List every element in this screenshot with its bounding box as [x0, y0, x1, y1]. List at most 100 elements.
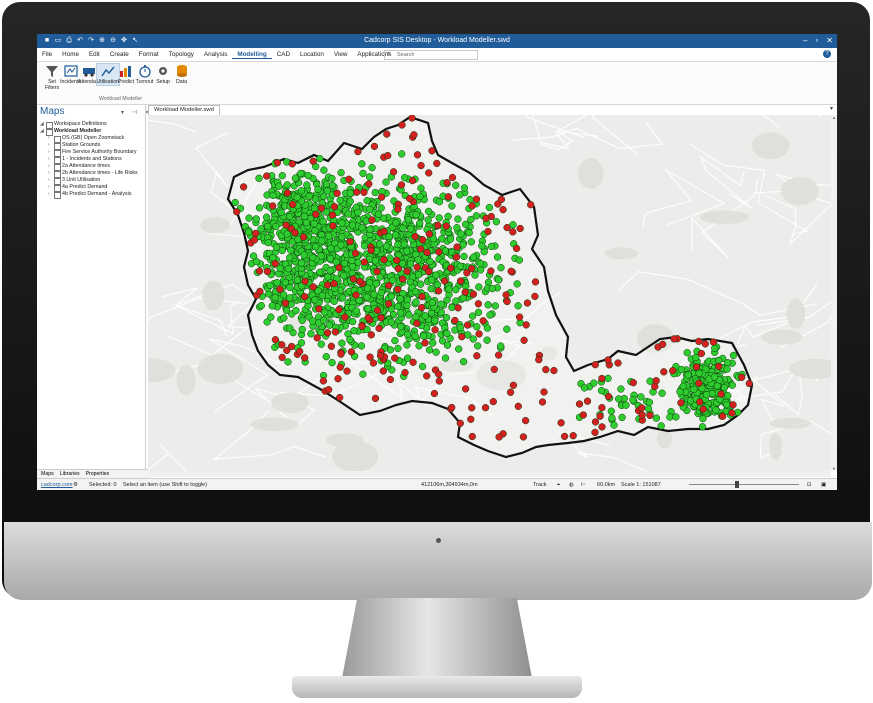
- tab-dropdown-icon[interactable]: ▾: [830, 105, 833, 112]
- incident-point-red: [273, 159, 282, 167]
- incident-point-red: [366, 353, 374, 361]
- layer-item[interactable]: › 3 Unit Utilisation: [37, 177, 145, 185]
- ruler-icon[interactable]: ⊢: [581, 482, 586, 488]
- monitor-bezel: ■ ▭ ⎙ ↶ ↷ ⊕ ⊖ ✥ ↖ Cadcorp SIS Desktop - …: [2, 2, 872, 600]
- incident-point-red: [468, 202, 476, 210]
- tab-cad[interactable]: CAD: [272, 51, 295, 59]
- incident-point-green: [293, 276, 302, 284]
- incident-point-red: [512, 244, 521, 253]
- tab-location[interactable]: Location: [295, 51, 329, 59]
- incident-point-green: [300, 251, 308, 259]
- maximize-icon[interactable]: ▫: [815, 36, 818, 45]
- expand-chevron-icon[interactable]: ›: [48, 156, 50, 163]
- tab-format[interactable]: Format: [134, 51, 164, 59]
- expand-chevron-icon[interactable]: ›: [48, 170, 50, 177]
- expand-chevron-icon[interactable]: ◢: [40, 128, 44, 135]
- expand-chevron-icon[interactable]: ›: [48, 184, 50, 191]
- incident-point-green: [245, 214, 253, 222]
- panel-splitter[interactable]: [145, 104, 146, 474]
- expand-chevron-icon[interactable]: ›: [48, 177, 50, 184]
- layer-item[interactable]: › 4b Predict Demand - Analysis: [37, 191, 145, 199]
- expand-chevron-icon[interactable]: ›: [48, 135, 50, 142]
- incident-point-green: [483, 324, 492, 332]
- minimize-icon[interactable]: –: [803, 36, 807, 45]
- incident-point-green: [437, 300, 445, 308]
- layer-item[interactable]: › 4a Predict Demand: [37, 184, 145, 192]
- incident-point-green: [286, 253, 294, 262]
- incident-point-green: [362, 217, 370, 225]
- track-toggle[interactable]: Track: [533, 482, 547, 488]
- tab-file[interactable]: File: [37, 51, 57, 59]
- tab-home[interactable]: Home: [57, 51, 84, 59]
- incident-point-green: [412, 313, 420, 321]
- incident-point-green: [268, 302, 276, 310]
- layer-item[interactable]: › Fire Service Authority Boundary: [37, 149, 145, 157]
- incident-point-red: [386, 375, 395, 384]
- search-input[interactable]: Search: [384, 50, 478, 60]
- scroll-down-icon[interactable]: ▼: [831, 466, 837, 471]
- expand-chevron-icon[interactable]: ›: [48, 142, 50, 149]
- incident-point-red: [329, 222, 337, 230]
- expand-chevron-icon[interactable]: ›: [48, 191, 50, 198]
- layer-item[interactable]: › OS (GB) Open Zoomstack: [37, 135, 145, 143]
- incident-point-green: [338, 219, 346, 227]
- incident-point-red: [482, 214, 490, 222]
- incident-point-red: [472, 195, 481, 203]
- incident-point-red: [440, 277, 449, 285]
- incident-point-red: [336, 363, 344, 371]
- help-icon[interactable]: ?: [823, 50, 831, 58]
- cadcorp-link[interactable]: cadcorp.com: [41, 482, 73, 488]
- tab-analysis[interactable]: Analysis: [199, 51, 232, 59]
- tab-modelling[interactable]: Modelling: [232, 51, 272, 59]
- incident-point-green: [257, 225, 265, 233]
- tab-create[interactable]: Create: [105, 51, 134, 59]
- layer-item[interactable]: ◢ Workspace Definitions: [37, 121, 145, 129]
- tab-topology[interactable]: Topology: [164, 51, 199, 59]
- fit-extent-icon[interactable]: ⊡: [807, 482, 812, 488]
- close-icon[interactable]: ✕: [826, 36, 833, 45]
- incident-point-red: [417, 303, 426, 312]
- scroll-up-icon[interactable]: ▲: [831, 115, 837, 120]
- snap-icon[interactable]: ⌖: [557, 482, 560, 489]
- incident-point-green: [411, 332, 419, 340]
- incident-point-green: [429, 339, 437, 347]
- layer-item[interactable]: › Station Grounds: [37, 142, 145, 150]
- incident-point-red: [531, 292, 539, 301]
- map-horizontal-scrollbar[interactable]: [148, 471, 831, 477]
- incident-point-red: [398, 275, 407, 283]
- zoom-slider-track[interactable]: [689, 484, 799, 485]
- layer-item[interactable]: › 1 - Incidents and Stations: [37, 156, 145, 164]
- map-view[interactable]: [148, 115, 831, 471]
- layer-label: Workload Modeller: [54, 128, 102, 134]
- incident-point-green: [679, 382, 687, 390]
- map-vertical-scrollbar[interactable]: ▲ ▼: [831, 115, 837, 471]
- document-tab[interactable]: Workload Modeller.swd: [148, 105, 220, 115]
- incident-point-red: [255, 267, 264, 275]
- map-scale[interactable]: Scale 1: 151087: [621, 482, 661, 488]
- tab-edit[interactable]: Edit: [84, 51, 105, 59]
- screen-icon[interactable]: ▣: [821, 482, 826, 488]
- expand-chevron-icon[interactable]: ›: [48, 163, 50, 170]
- expand-chevron-icon[interactable]: ◢: [40, 121, 44, 128]
- ribbon-button-label: Set Filters: [44, 79, 60, 91]
- layer-item[interactable]: ◢ Workload Modeller: [37, 128, 145, 136]
- incident-point-green: [325, 232, 333, 240]
- incident-point-red: [371, 394, 380, 403]
- layer-item[interactable]: › 2b Attendance times - Life Risks: [37, 170, 145, 178]
- incident-point-red: [419, 236, 427, 244]
- incident-point-red: [281, 299, 290, 307]
- incident-point-green: [361, 242, 369, 250]
- incident-point-green: [446, 235, 455, 243]
- layer-item[interactable]: › 2a Attendance times: [37, 163, 145, 171]
- map-canvas[interactable]: [148, 115, 831, 471]
- data-button[interactable]: Data: [171, 64, 193, 85]
- zoom-slider-thumb[interactable]: [735, 481, 739, 488]
- incident-point-green: [363, 284, 372, 292]
- expand-chevron-icon[interactable]: ›: [48, 149, 50, 156]
- incident-point-red: [519, 433, 528, 441]
- incident-point-red: [435, 377, 443, 385]
- globe-icon[interactable]: ◍: [569, 482, 574, 488]
- tab-view[interactable]: View: [329, 51, 353, 59]
- incident-point-red: [317, 204, 326, 212]
- layer-label: 4a Predict Demand: [62, 184, 108, 190]
